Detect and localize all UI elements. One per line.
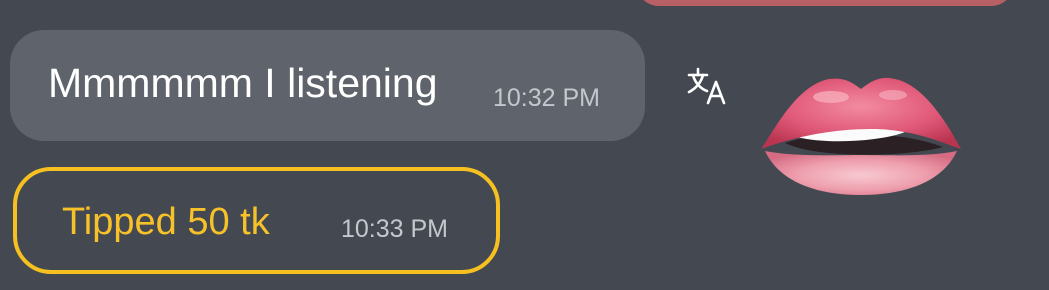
- translate-icon[interactable]: [686, 66, 728, 106]
- incoming-message-bubble[interactable]: Mmmmmm I listening 10:32 PM: [10, 30, 645, 141]
- tip-text: Tipped 50 tk: [62, 201, 270, 243]
- tip-timestamp: 10:33 PM: [341, 215, 449, 243]
- outgoing-message-bubble-partial: [636, 0, 1014, 6]
- message-text: Mmmmmm I listening: [48, 60, 438, 106]
- lips-emoji-icon[interactable]: [757, 71, 965, 197]
- tip-message-bubble[interactable]: Tipped 50 tk 10:33 PM: [13, 167, 500, 274]
- message-timestamp: 10:32 PM: [493, 84, 601, 112]
